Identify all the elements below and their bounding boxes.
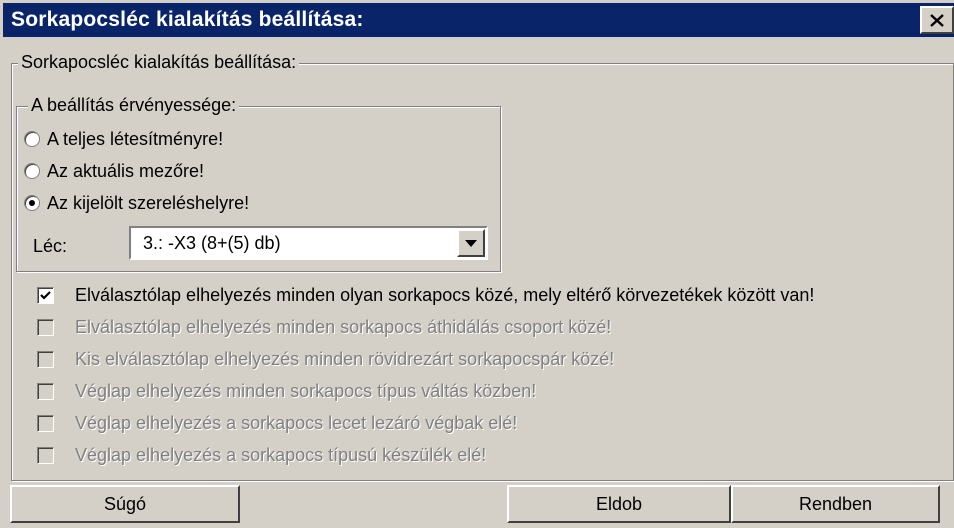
window-title: Sorkapocsléc kialakítás beállítása: <box>11 8 364 31</box>
checkbox[interactable] <box>37 382 54 400</box>
radio-label: A teljes létesítményre! <box>47 128 224 149</box>
checkbox-label: Véglap elhelyezés a sorkapocs típusú kés… <box>75 444 487 465</box>
lec-dropdown-button[interactable] <box>457 229 485 257</box>
dialog-window: Sorkapocsléc kialakítás beállítása: Sork… <box>0 0 954 528</box>
help-button[interactable]: Súgó <box>10 485 240 523</box>
discard-button[interactable]: Eldob <box>507 485 731 523</box>
lec-select[interactable]: 3.: -X3 (8+(5) db) <box>129 226 488 260</box>
radio-label: Az kijelölt szereléshelyre! <box>47 192 250 213</box>
title-bar[interactable]: Sorkapocsléc kialakítás beállítása: <box>3 3 954 37</box>
lec-select-value: 3.: -X3 (8+(5) db) <box>143 233 281 253</box>
checkbox-endplate-end-bracket[interactable]: Véglap elhelyezés a sorkapocs lecet lezá… <box>37 408 517 438</box>
radio-button[interactable] <box>24 131 40 147</box>
radio-label: Az aktuális mezőre! <box>47 160 205 181</box>
checkbox-endplate-device[interactable]: Véglap elhelyezés a sorkapocs típusú kés… <box>37 440 486 470</box>
close-icon <box>930 13 944 27</box>
checkbox[interactable] <box>37 286 54 304</box>
checkbox-label: Elválasztólap elhelyezés minden olyan so… <box>75 284 815 305</box>
radio-scope-selected-location[interactable]: Az kijelölt szereléshelyre! <box>24 189 249 217</box>
radio-scope-facility[interactable]: A teljes létesítményre! <box>24 125 223 153</box>
checkbox[interactable] <box>37 318 54 336</box>
checkbox[interactable] <box>37 414 54 432</box>
checkbox-label: Véglap elhelyezés a sorkapocs lecet lezá… <box>75 412 518 433</box>
ok-button[interactable]: Rendben <box>731 485 940 523</box>
checkbox-label: Véglap elhelyezés minden sorkapocs típus… <box>75 380 537 401</box>
checkbox-separator-different-circuits[interactable]: Elválasztólap elhelyezés minden olyan so… <box>37 280 814 310</box>
main-group-legend: Sorkapocsléc kialakítás beállítása: <box>18 52 300 72</box>
checkmark-icon <box>40 290 51 300</box>
radio-scope-current-field[interactable]: Az aktuális mezőre! <box>24 157 204 185</box>
radio-selected-dot <box>29 200 35 206</box>
close-button[interactable] <box>920 6 954 34</box>
lec-label: Léc: <box>33 236 68 256</box>
radio-button[interactable] <box>24 163 40 179</box>
checkbox-separator-bridge-group[interactable]: Elválasztólap elhelyezés minden sorkapoc… <box>37 312 611 342</box>
chevron-down-icon <box>465 239 477 247</box>
checkbox-endplate-type-change[interactable]: Véglap elhelyezés minden sorkapocs típus… <box>37 376 536 406</box>
checkbox-small-separator-shorted-pair[interactable]: Kis elválasztólap elhelyezés minden rövi… <box>37 344 614 374</box>
checkbox[interactable] <box>37 350 54 368</box>
radio-button[interactable] <box>24 195 40 211</box>
checkbox[interactable] <box>37 446 54 464</box>
checkbox-label: Elválasztólap elhelyezés minden sorkapoc… <box>75 316 612 337</box>
checkbox-label: Kis elválasztólap elhelyezés minden rövi… <box>75 348 615 369</box>
scope-group-legend: A beállítás érvényessége: <box>28 95 240 115</box>
